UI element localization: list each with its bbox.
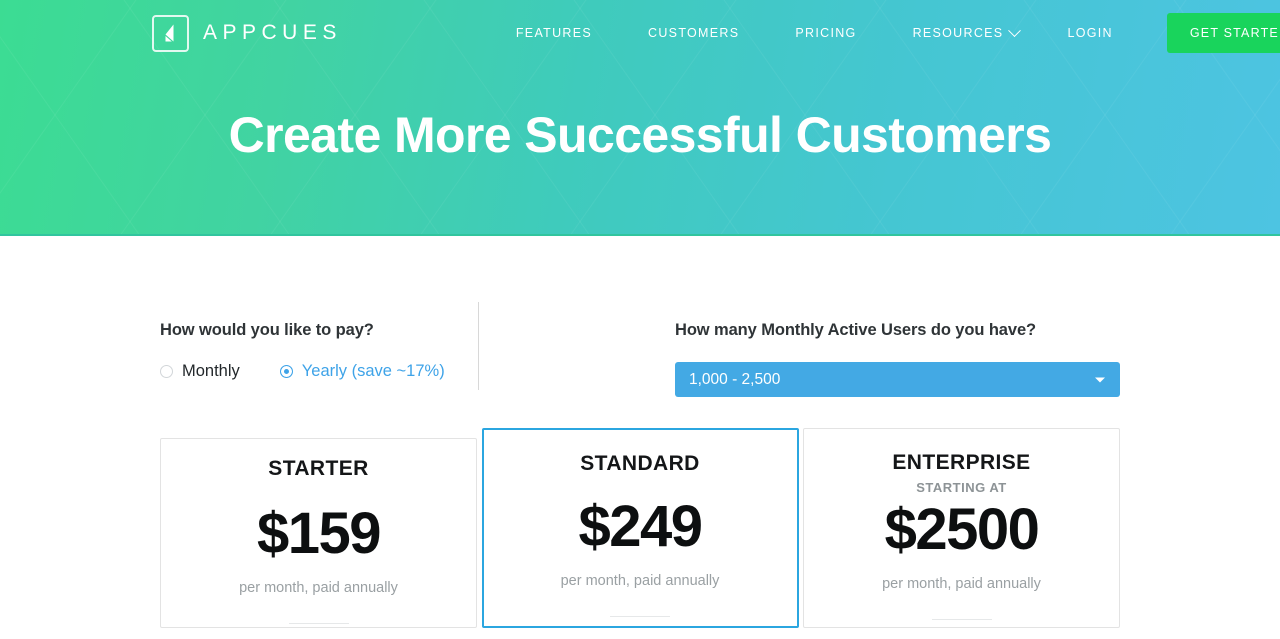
get-started-button[interactable]: GET STARTED (1166, 13, 1280, 53)
nav-label: FEATURES (515, 26, 593, 40)
radio-option-yearly[interactable]: Yearly (save ~17%) (279, 362, 445, 381)
pricing-configurator: How would you like to pay? Monthly Yearl… (0, 302, 1280, 397)
plan-subtitle: STARTING AT (916, 480, 1007, 495)
hero-title: Create More Successful Customers (228, 107, 1052, 163)
nav-label: RESOURCES (912, 26, 1004, 40)
plan-price: $2500 (884, 497, 1040, 562)
nav-item-customers[interactable]: CUSTOMERS (620, 26, 767, 40)
logo-wordmark: APPCUES (203, 21, 342, 44)
plan-name: STANDARD (580, 452, 700, 475)
plan-period: per month, paid annually (882, 576, 1041, 592)
nav-links: FEATURES CUSTOMERS PRICING RESOURCES LOG… (488, 13, 1280, 53)
nav-label: LOGIN (1067, 26, 1113, 40)
chevron-down-icon (1095, 377, 1105, 382)
plan-price: $159 (256, 501, 382, 566)
nav-item-features[interactable]: FEATURES (488, 26, 620, 40)
plan-name: ENTERPRISE (892, 451, 1031, 474)
plan-price: $249 (578, 494, 703, 559)
card-divider (931, 619, 992, 620)
logo-link[interactable]: APPCUES (152, 14, 342, 52)
plan-period: per month, paid annually (239, 580, 398, 596)
radio-dot-icon (160, 365, 173, 378)
billing-radio-group: Monthly Yearly (save ~17%) (160, 362, 638, 381)
mau-selected-value: 1,000 - 2,500 (689, 370, 781, 388)
card-divider (610, 616, 670, 617)
nav-label: CUSTOMERS (648, 26, 740, 40)
chevron-down-icon (1008, 23, 1022, 37)
nav-label: PRICING (795, 26, 857, 40)
mau-group: How many Monthly Active Users do you hav… (638, 321, 1120, 397)
billing-frequency-group: How would you like to pay? Monthly Yearl… (160, 321, 638, 397)
nav-item-pricing[interactable]: PRICING (767, 26, 884, 40)
hero-section: APPCUES FEATURES CUSTOMERS PRICING RESOU… (0, 0, 1280, 236)
radio-dot-icon-selected (279, 365, 293, 378)
pricing-card-starter[interactable]: STARTER $159 per month, paid annually (160, 438, 477, 628)
nav-item-login[interactable]: LOGIN (1039, 26, 1140, 40)
mau-question-label: How many Monthly Active Users do you hav… (675, 321, 1037, 339)
pricing-cards: STARTER $159 per month, paid annually ST… (0, 428, 1280, 628)
radio-label-monthly: Monthly (182, 362, 240, 380)
logo-glyph (165, 24, 173, 42)
pricing-card-enterprise[interactable]: ENTERPRISE STARTING AT $2500 per month, … (803, 428, 1120, 628)
plan-name: STARTER (268, 457, 369, 480)
card-divider (288, 623, 349, 624)
appcues-logo-icon (152, 14, 189, 52)
mau-select[interactable]: 1,000 - 2,500 (675, 362, 1120, 397)
billing-question-label: How would you like to pay? (160, 321, 374, 339)
radio-label-yearly: Yearly (save ~17%) (301, 362, 445, 380)
column-divider (478, 302, 479, 390)
radio-option-monthly[interactable]: Monthly (160, 362, 240, 381)
main-navigation: APPCUES FEATURES CUSTOMERS PRICING RESOU… (0, 0, 1280, 66)
pricing-card-standard[interactable]: STANDARD $249 per month, paid annually (481, 428, 799, 628)
plan-period: per month, paid annually (560, 573, 720, 589)
nav-item-resources[interactable]: RESOURCES (885, 23, 1040, 40)
